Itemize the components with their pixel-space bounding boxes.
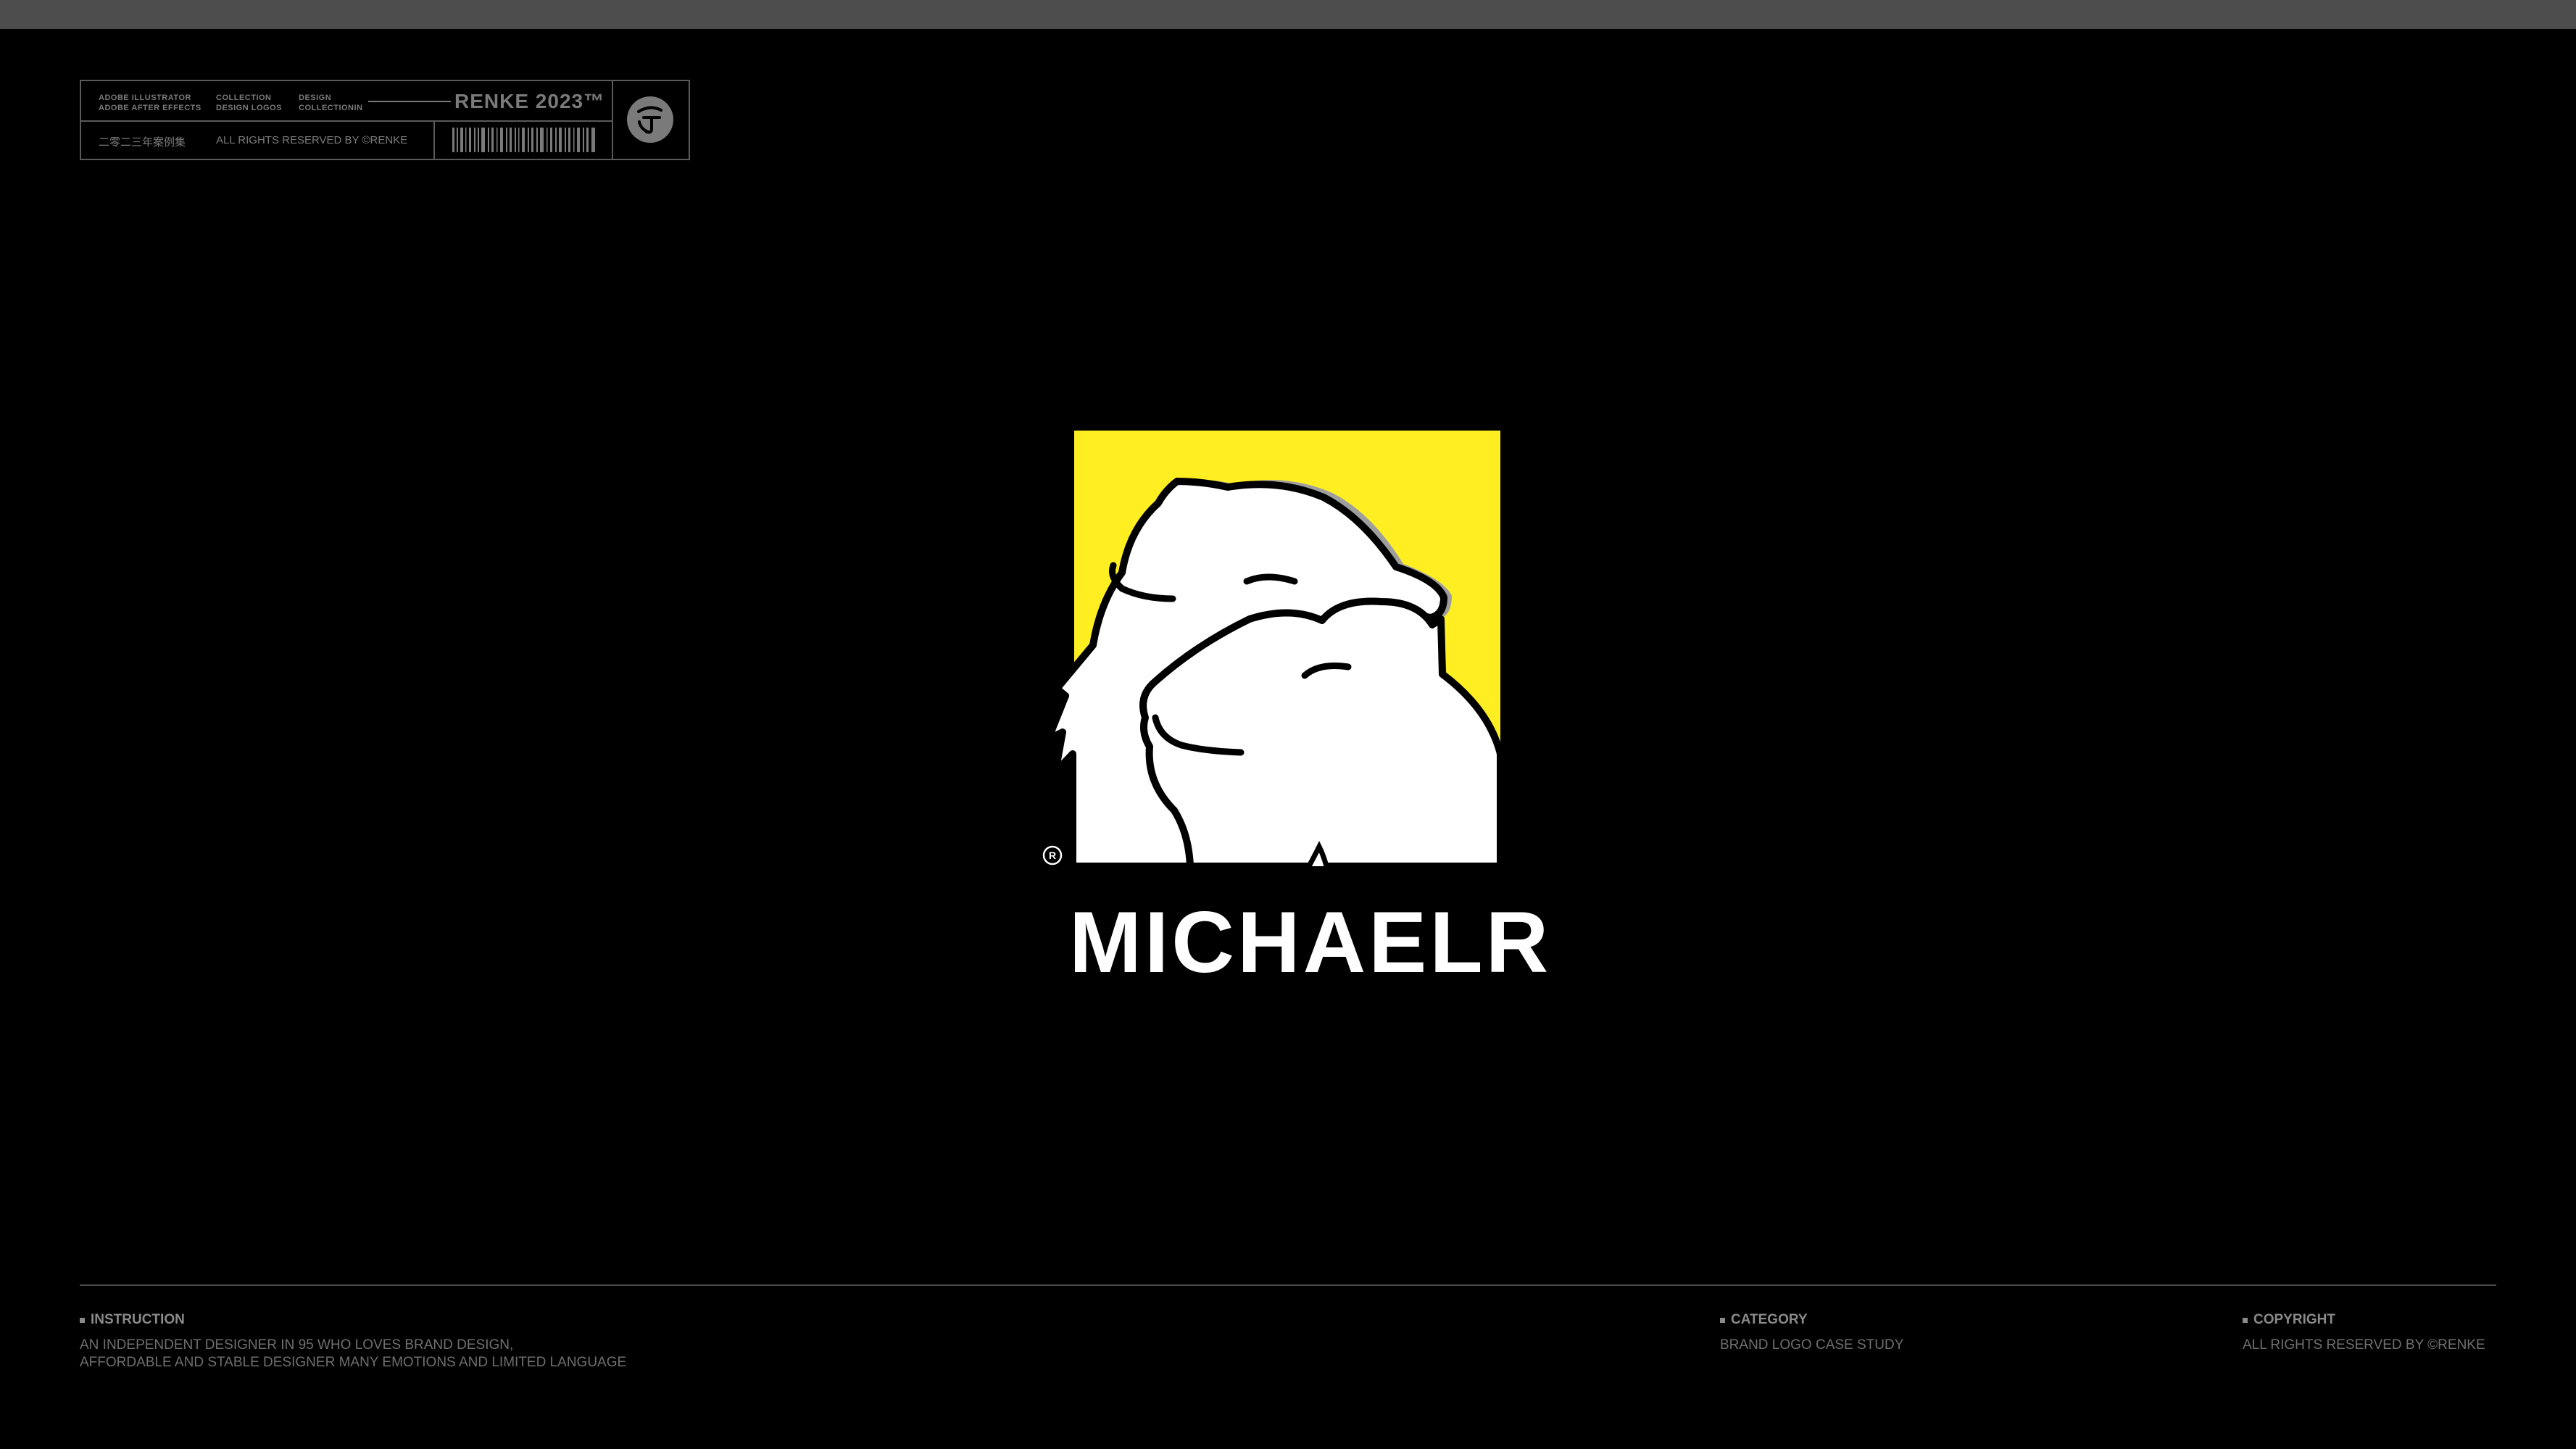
header-chinese-label: 二零二三年案例集 [99, 136, 186, 149]
footer-divider [80, 1284, 2496, 1286]
header-rights: ALL RIGHTS RESERVED BY ©RENKE [216, 134, 408, 146]
instruction-heading: INSTRUCTION [80, 1312, 626, 1328]
header-collection-label: COLLECTION [216, 94, 272, 102]
copyright-heading: COPYRIGHT [2243, 1312, 2485, 1328]
header-tool-label: ADOBE AFTER EFFECTS [99, 104, 201, 112]
wolf-logo-icon [1044, 431, 1504, 870]
copyright-text: ALL RIGHTS RESERVED BY ©RENKE [2243, 1337, 2485, 1353]
divider [81, 120, 612, 122]
divider [433, 120, 435, 159]
footer-category: CATEGORY BRAND LOGO CASE STUDY [1720, 1312, 1903, 1354]
header-design-label: COLLECTIONIN [299, 104, 363, 112]
svg-text:R: R [1049, 850, 1056, 861]
footer-instruction: INSTRUCTION AN INDEPENDENT DESIGNER IN 9… [80, 1312, 626, 1371]
header-info-box: ADOBE ILLUSTRATOR ADOBE AFTER EFFECTS CO… [80, 80, 690, 160]
header-design-label: DESIGN [299, 94, 332, 102]
category-text: BRAND LOGO CASE STUDY [1720, 1337, 1904, 1353]
top-bar [0, 0, 2576, 29]
bullet-icon [1720, 1317, 1725, 1323]
header-tool-label: ADOBE ILLUSTRATOR [99, 94, 191, 102]
registered-mark-icon: R [1042, 845, 1063, 865]
category-heading: CATEGORY [1720, 1312, 1903, 1328]
header-brand: RENKE 2023™ [454, 90, 605, 112]
bullet-icon [80, 1317, 85, 1323]
barcode [452, 128, 595, 152]
header-dash [368, 101, 451, 102]
logo-wordmark: MICHAELR [1069, 894, 1552, 991]
instruction-line: AFFORDABLE AND STABLE DESIGNER MANY EMOT… [80, 1355, 627, 1370]
divider [612, 81, 613, 159]
footer-copyright: COPYRIGHT ALL RIGHTS RESERVED BY ©RENKE [2243, 1312, 2485, 1354]
instruction-line: AN INDEPENDENT DESIGNER IN 95 WHO LOVES … [80, 1337, 514, 1353]
header-collection-label: DESIGN LOGOS [216, 104, 282, 112]
renke-circle-logo-icon [627, 96, 673, 143]
bullet-icon [2243, 1317, 2248, 1323]
instruction-text: AN INDEPENDENT DESIGNER IN 95 WHO LOVES … [80, 1337, 626, 1371]
